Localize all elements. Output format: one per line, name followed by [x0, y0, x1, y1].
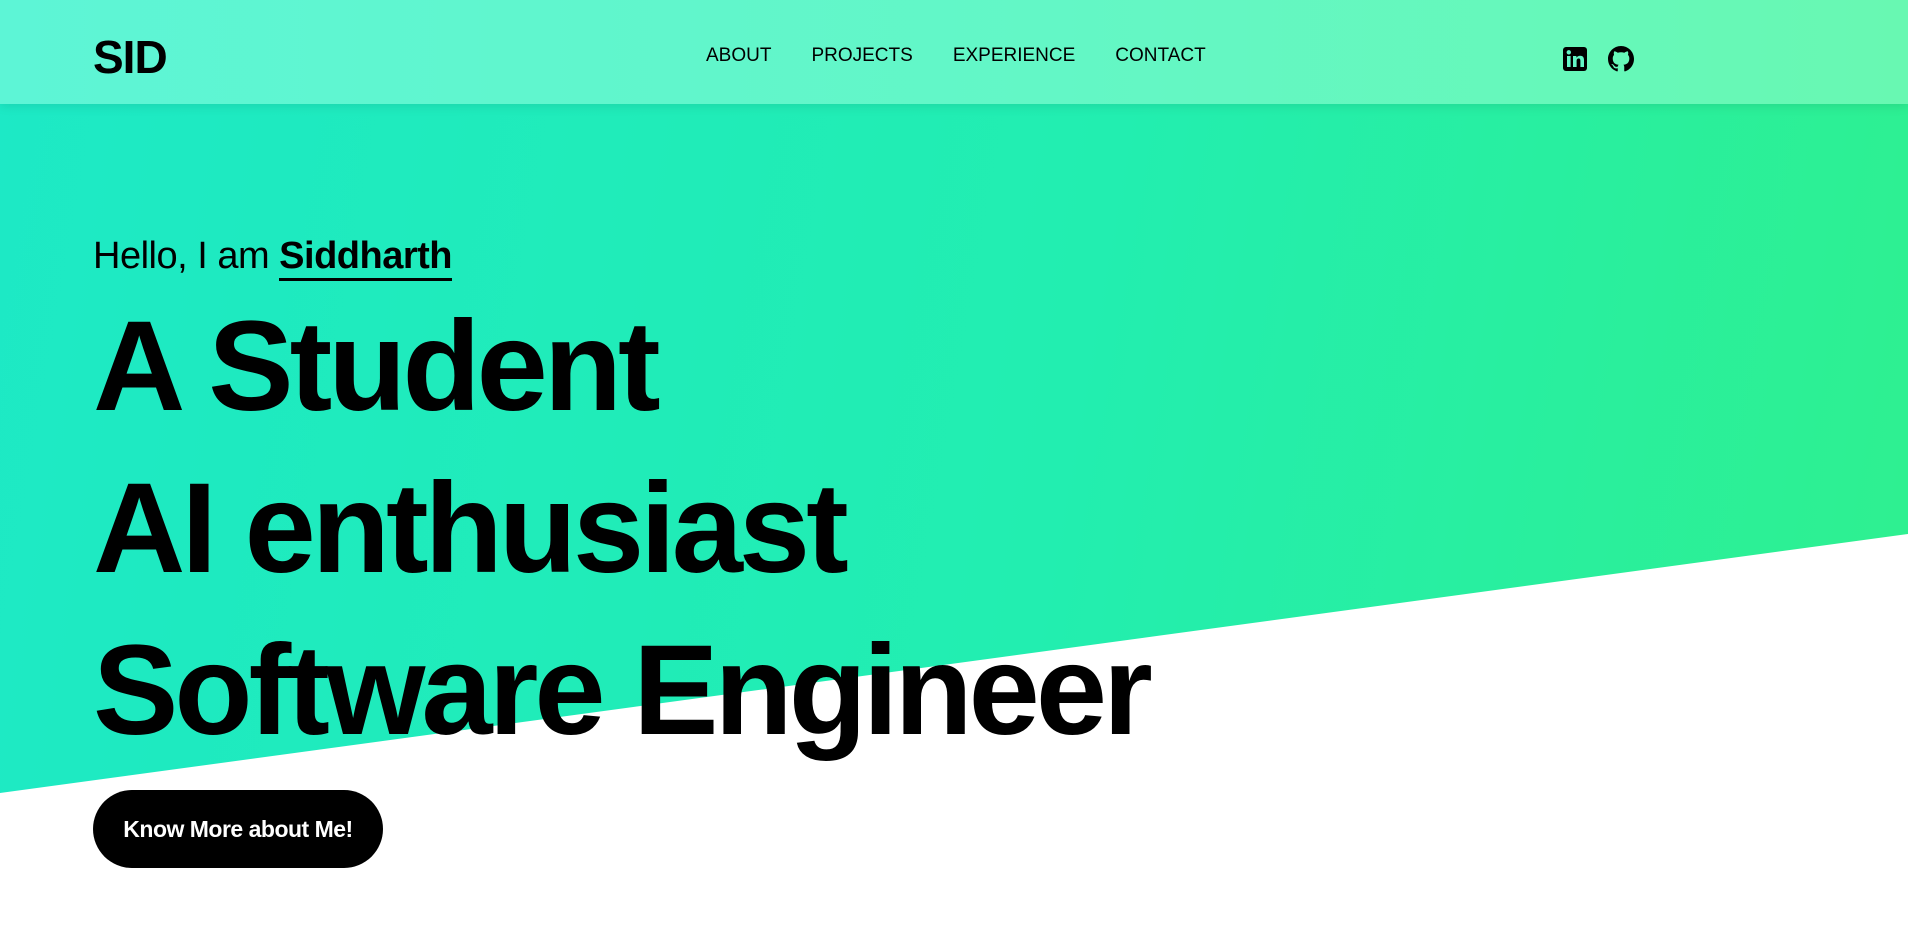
greeting-name: Siddharth — [279, 235, 452, 281]
nav-link-contact[interactable]: CONTACT — [1115, 44, 1205, 68]
linkedin-icon[interactable] — [1562, 46, 1588, 72]
hero: Hello, I am Siddharth A Student AI enthu… — [93, 230, 1153, 772]
nav-link-experience[interactable]: EXPERIENCE — [953, 44, 1075, 68]
page: SID ABOUT PROJECTS EXPERIENCE CONTACT He… — [0, 0, 1908, 928]
headline-software-engineer: Software Engineer — [93, 619, 1153, 762]
headline-ai-enthusiast: AI enthusiast — [93, 457, 849, 600]
know-more-button[interactable]: Know More about Me! — [93, 790, 383, 868]
navbar: SID ABOUT PROJECTS EXPERIENCE CONTACT — [0, 0, 1908, 104]
headline-student: A Student — [93, 295, 661, 438]
nav-link-about[interactable]: ABOUT — [706, 44, 771, 68]
nav-links: ABOUT PROJECTS EXPERIENCE CONTACT — [706, 44, 1206, 68]
greeting: Hello, I am Siddharth — [93, 230, 1149, 282]
nav-link-projects[interactable]: PROJECTS — [811, 44, 912, 68]
site-logo[interactable]: SID — [93, 30, 168, 84]
greeting-prefix: Hello, I am — [93, 235, 280, 277]
github-icon[interactable] — [1608, 46, 1634, 72]
social-links — [1562, 46, 1634, 72]
